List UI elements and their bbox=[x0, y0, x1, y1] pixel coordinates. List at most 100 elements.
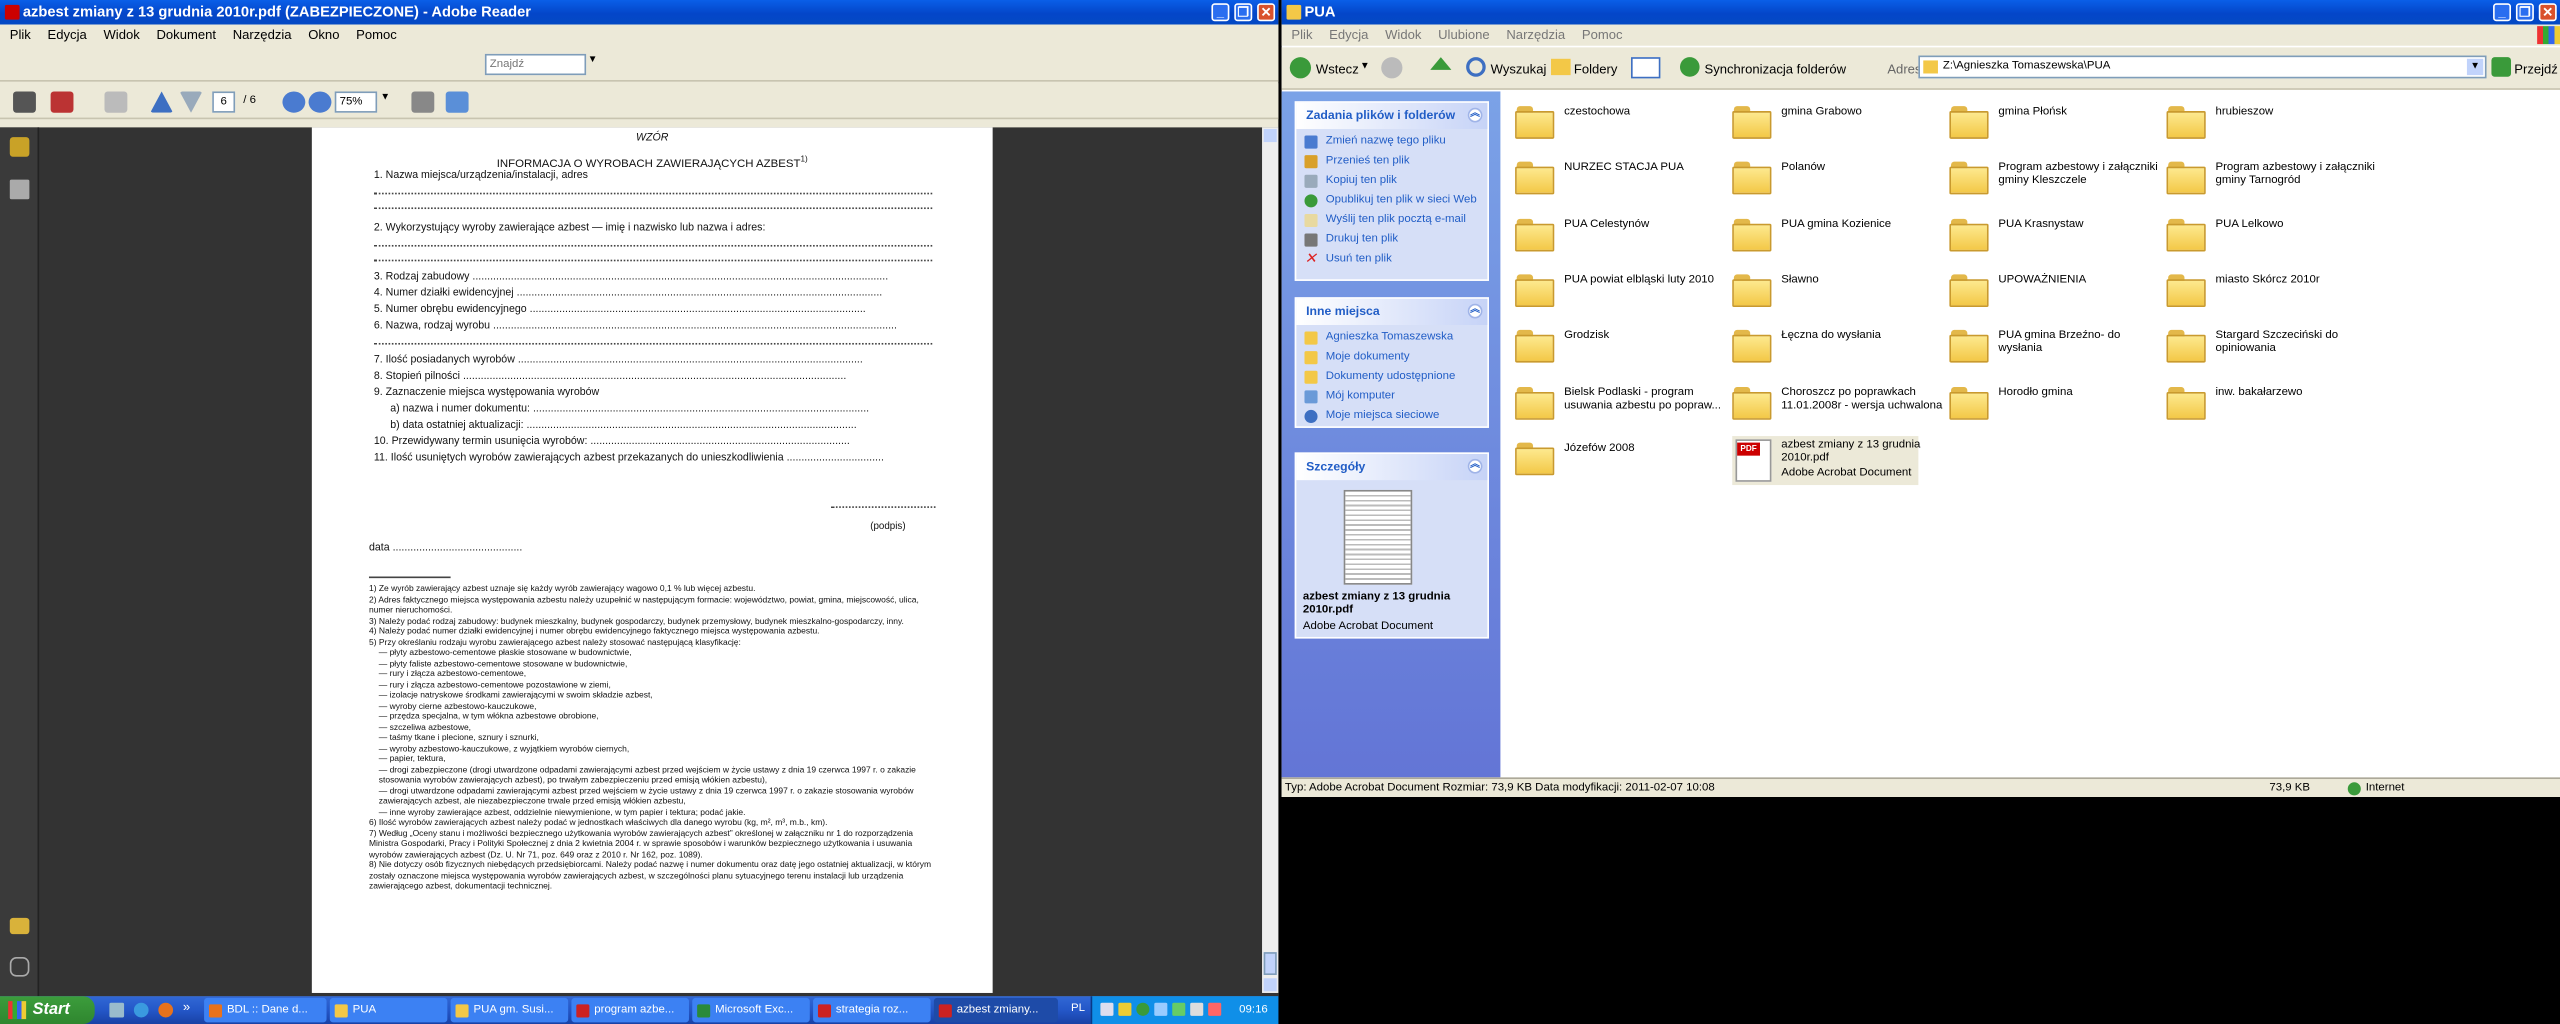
create-pdf-icon[interactable] bbox=[50, 91, 74, 113]
folder-item[interactable]: Józefów 2008 bbox=[1515, 436, 1727, 485]
folder-item[interactable]: PUA powiat elbląski luty 2010 bbox=[1515, 268, 1727, 317]
menu-narzedzia[interactable]: Narzędzia bbox=[233, 28, 292, 43]
vertical-scrollbar[interactable] bbox=[1262, 127, 1279, 993]
task-strategia[interactable]: strategia roz... bbox=[813, 997, 931, 1023]
close-button[interactable]: ✕ bbox=[2538, 3, 2557, 22]
folder-item[interactable]: Sławno bbox=[1732, 268, 1944, 317]
sync-button[interactable]: Synchronizacja folderów bbox=[1704, 62, 1846, 77]
menu-edycja[interactable]: Edycja bbox=[1329, 28, 1368, 43]
quicklaunch-more-icon[interactable]: » bbox=[183, 1000, 190, 1015]
next-page-icon[interactable] bbox=[179, 91, 203, 113]
sync-icon[interactable] bbox=[1679, 57, 1700, 77]
tray-network-icon[interactable] bbox=[1154, 1002, 1168, 1016]
folder-item[interactable]: Program azbestowy i załączniki gminy Tar… bbox=[2166, 156, 2379, 205]
views-icon[interactable] bbox=[1631, 57, 1661, 79]
folder-item[interactable]: NURZEC STACJA PUA bbox=[1515, 156, 1727, 205]
email-file-link[interactable]: Wyślij ten plik pocztą e-mail bbox=[1296, 211, 1487, 231]
folder-item[interactable]: PUA gmina Brzeźno- do wysłania bbox=[1949, 324, 2161, 373]
page-number-input[interactable] bbox=[212, 91, 236, 113]
fit-page-icon[interactable] bbox=[411, 91, 435, 113]
folder-item[interactable]: PUA Lelkowo bbox=[2166, 212, 2379, 261]
copy-file-link[interactable]: Kopiuj ten plik bbox=[1296, 171, 1487, 191]
folder-item[interactable]: Grodzisk bbox=[1515, 324, 1727, 373]
folder-item[interactable]: Bielsk Podlaski - program usuwania azbes… bbox=[1515, 380, 1727, 429]
zoom-out-icon[interactable] bbox=[282, 91, 306, 113]
search-dropdown-icon[interactable]: ▼ bbox=[588, 56, 598, 66]
menu-plik[interactable]: Plik bbox=[1291, 28, 1312, 43]
folder-item[interactable]: UPOWAŻNIENIA bbox=[1949, 268, 2161, 317]
search-icon[interactable] bbox=[1466, 57, 1486, 77]
menu-plik[interactable]: Plik bbox=[10, 28, 31, 43]
tray-update-icon[interactable] bbox=[1208, 1002, 1222, 1016]
menu-ulubione[interactable]: Ulubione bbox=[1438, 28, 1490, 43]
quicklaunch-desktop-icon[interactable] bbox=[109, 1002, 125, 1018]
place-network[interactable]: Moje miejsca sieciowe bbox=[1296, 407, 1487, 427]
back-button[interactable]: Wstecz bbox=[1316, 62, 1359, 77]
close-button[interactable]: ✕ bbox=[1257, 3, 1276, 22]
folder-item[interactable]: gmina Płońsk bbox=[1949, 100, 2161, 149]
folder-item[interactable]: gmina Grabowo bbox=[1732, 100, 1944, 149]
task-excel[interactable]: Microsoft Exc... bbox=[692, 997, 810, 1023]
task-bdl[interactable]: BDL :: Dane d... bbox=[204, 997, 327, 1023]
folders-icon[interactable] bbox=[1551, 58, 1571, 76]
menu-edycja[interactable]: Edycja bbox=[48, 28, 87, 43]
comments-icon[interactable] bbox=[9, 917, 30, 935]
quicklaunch-firefox-icon[interactable] bbox=[158, 1002, 174, 1018]
tray-keyboard-icon[interactable] bbox=[1100, 1002, 1114, 1016]
menu-okno[interactable]: Okno bbox=[308, 28, 339, 43]
clock[interactable]: 09:16 bbox=[1239, 996, 1268, 1024]
menu-pomoc[interactable]: Pomoc bbox=[356, 28, 397, 43]
menu-dokument[interactable]: Dokument bbox=[156, 28, 216, 43]
place-shared-documents[interactable]: Dokumenty udostępnione bbox=[1296, 367, 1487, 387]
address-bar[interactable]: Z:\Agnieszka Tomaszewska\PUA ▼ bbox=[1918, 55, 2487, 79]
attachment-icon[interactable] bbox=[9, 957, 30, 977]
back-icon[interactable] bbox=[1289, 57, 1312, 79]
minimize-button[interactable]: _ bbox=[1211, 3, 1230, 22]
search-input[interactable] bbox=[484, 53, 587, 76]
details-header[interactable]: Szczegóły ︽ bbox=[1296, 454, 1488, 481]
place-my-documents[interactable]: Moje dokumenty bbox=[1296, 348, 1487, 368]
forward-icon[interactable] bbox=[1381, 57, 1403, 79]
task-program-azbe[interactable]: program azbe... bbox=[571, 997, 689, 1023]
scroll-up-icon[interactable] bbox=[1263, 129, 1277, 143]
delete-file-link[interactable]: ✕ Usuń ten plik bbox=[1296, 250, 1487, 270]
file-tasks-header[interactable]: Zadania plików i folderów ︽ bbox=[1296, 102, 1488, 130]
address-dropdown-icon[interactable]: ▼ bbox=[2466, 58, 2484, 76]
minimize-button[interactable]: _ bbox=[2493, 3, 2512, 22]
language-indicator[interactable]: PL bbox=[1071, 1003, 1085, 1014]
tray-volume-icon[interactable] bbox=[1190, 1002, 1204, 1016]
comment-icon[interactable] bbox=[104, 91, 128, 113]
task-pua[interactable]: PUA bbox=[329, 997, 448, 1023]
maximize-button[interactable]: ❐ bbox=[2515, 3, 2534, 22]
search-button[interactable]: Wyszukaj bbox=[1491, 62, 1547, 77]
document-area[interactable]: WZÓR INFORMACJA O WYROBACH ZAWIERAJĄCYCH… bbox=[0, 127, 1279, 997]
task-pua-susiec[interactable]: PUA gm. Susi... bbox=[450, 997, 569, 1023]
up-folder-icon[interactable] bbox=[1430, 57, 1452, 70]
rename-file-link[interactable]: Zmień nazwę tego pliku bbox=[1296, 132, 1487, 152]
collapse-icon[interactable]: ︽ bbox=[1467, 458, 1483, 474]
menu-pomoc[interactable]: Pomoc bbox=[1582, 28, 1623, 43]
previous-page-icon[interactable] bbox=[150, 91, 174, 113]
adobe-titlebar[interactable]: azbest zmiany z 13 grudnia 2010r.pdf (ZA… bbox=[0, 0, 1279, 25]
folder-item[interactable]: hrubieszow bbox=[2166, 100, 2379, 149]
folder-item[interactable]: PUA Krasnystaw bbox=[1949, 212, 2161, 261]
folders-button[interactable]: Foldery bbox=[1574, 62, 1618, 77]
folder-item[interactable]: PUA Celestynów bbox=[1515, 212, 1727, 261]
tray-help-icon[interactable] bbox=[1118, 1002, 1132, 1016]
folder-item[interactable]: Stargard Szczeciński do opiniowania bbox=[2166, 324, 2379, 373]
zoom-in-icon[interactable] bbox=[308, 91, 332, 113]
folder-item[interactable]: Łęczna do wysłania bbox=[1732, 324, 1944, 373]
place-agnieszka[interactable]: Agnieszka Tomaszewska bbox=[1296, 328, 1487, 348]
menu-widok[interactable]: Widok bbox=[103, 28, 139, 43]
tray-security-icon[interactable] bbox=[1136, 1002, 1150, 1016]
restore-button[interactable]: ❐ bbox=[1234, 3, 1253, 22]
start-button[interactable]: Start bbox=[0, 996, 95, 1024]
folder-item[interactable]: Horodło gmina bbox=[1949, 380, 2161, 429]
move-file-link[interactable]: Przenieś ten plik bbox=[1296, 152, 1487, 172]
collapse-icon[interactable]: ︽ bbox=[1467, 303, 1483, 319]
print-icon[interactable] bbox=[13, 91, 36, 113]
menu-widok[interactable]: Widok bbox=[1385, 28, 1421, 43]
scroll-down-icon[interactable] bbox=[1263, 978, 1277, 992]
go-button[interactable]: Przejdź bbox=[2514, 62, 2558, 77]
folder-item[interactable]: czestochowa bbox=[1515, 100, 1727, 149]
